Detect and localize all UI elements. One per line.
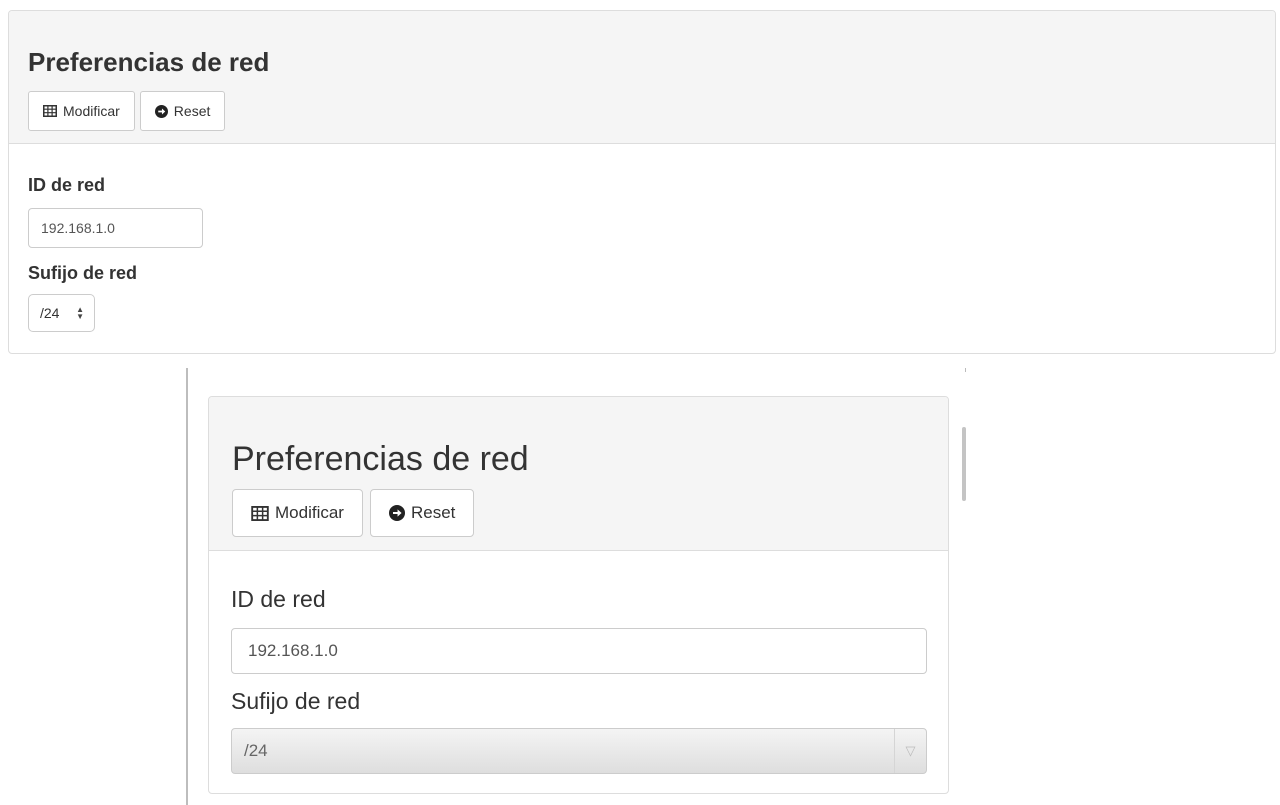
network-id-input[interactable]: 192.168.1.0 — [28, 208, 203, 248]
network-id-value: 192.168.1.0 — [41, 220, 115, 236]
up-down-arrows-icon: ▲ ▼ — [76, 305, 84, 321]
reset-button-label: Reset — [173, 103, 211, 119]
reset-button-label: Reset — [410, 503, 456, 522]
network-suffix-label: Sufijo de red — [28, 263, 138, 283]
modify-button-label: Modificar — [63, 103, 120, 119]
panel-title: Preferencias de red — [232, 440, 529, 478]
network-id-input[interactable]: 192.168.1.0 — [231, 628, 927, 674]
table-grid-icon — [43, 105, 57, 117]
chevron-down-icon: ▽ — [894, 729, 926, 773]
network-id-label: ID de red — [28, 175, 106, 195]
arrow-circle-right-icon — [154, 104, 168, 118]
network-id-label: ID de red — [231, 586, 326, 612]
button-group: Modificar Reset — [28, 91, 1275, 131]
network-preferences-panel-small: Preferencias de red Modificar Reset ID d… — [8, 10, 1276, 354]
panel-body: ID de red 192.168.1.0 Sufijo de red /24 … — [9, 144, 1275, 332]
modify-button[interactable]: Modificar — [232, 489, 363, 537]
network-suffix-select[interactable]: /24 ▽ — [231, 728, 927, 774]
network-preferences-panel-large: Preferencias de red Modificar Reset ID d… — [208, 396, 949, 794]
panel-heading: Preferencias de red Modificar Reset — [209, 397, 948, 551]
modify-button[interactable]: Modificar — [28, 91, 135, 131]
panel-heading: Preferencias de red Modificar Reset — [9, 11, 1275, 144]
modify-button-label: Modificar — [275, 503, 344, 522]
window-edge-mark — [965, 368, 966, 372]
reset-button[interactable]: Reset — [139, 91, 226, 131]
button-group: Modificar Reset — [232, 489, 948, 537]
reset-button[interactable]: Reset — [369, 489, 475, 537]
network-suffix-label: Sufijo de red — [231, 688, 361, 714]
scrollbar-thumb[interactable] — [962, 427, 966, 501]
arrow-circle-right-icon — [388, 505, 405, 521]
network-id-value: 192.168.1.0 — [248, 641, 338, 660]
network-suffix-value: /24 — [40, 305, 60, 321]
panel-title: Preferencias de red — [28, 47, 270, 77]
network-suffix-value: /24 — [244, 741, 268, 760]
network-suffix-select[interactable]: /24 ▲ ▼ — [28, 294, 95, 332]
table-grid-icon — [251, 505, 269, 521]
panel-body: ID de red 192.168.1.0 Sufijo de red /24 … — [209, 551, 948, 774]
